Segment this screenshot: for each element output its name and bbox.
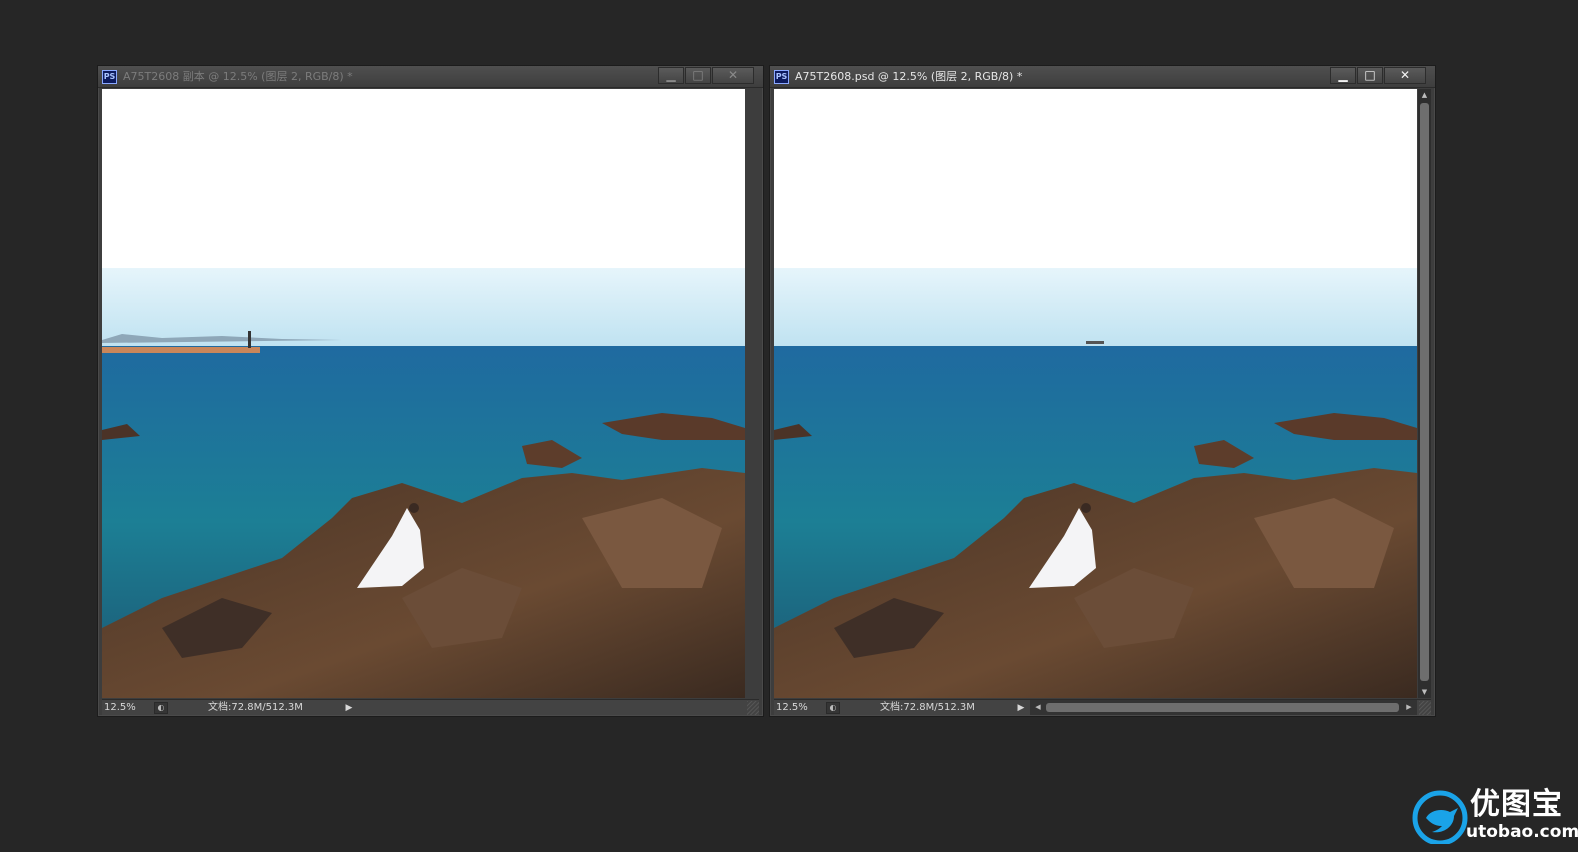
- play-icon[interactable]: ▶: [1014, 701, 1028, 715]
- maximize-button[interactable]: □: [685, 67, 711, 84]
- watermark-text-cn: 优图宝: [1470, 787, 1563, 822]
- resize-grip[interactable]: [1419, 701, 1431, 715]
- status-bar: 12.5% ◐ 文档:72.8M/512.3M ▶ ◀ ▶: [774, 699, 1431, 715]
- document-window-copy[interactable]: PS A75T2608 副本 @ 12.5% (图层 2, RGB/8) * ▁…: [97, 65, 764, 717]
- title-bar[interactable]: PS A75T2608.psd @ 12.5% (图层 2, RGB/8) * …: [770, 66, 1435, 88]
- document-canvas[interactable]: [774, 89, 1417, 698]
- watermark-text-en: utobao.com: [1466, 822, 1578, 842]
- document-size: 文档:72.8M/512.3M: [880, 702, 975, 713]
- horizontal-scrollbar[interactable]: ◀ ▶: [1030, 700, 1417, 715]
- scroll-down-icon[interactable]: ▼: [1418, 686, 1431, 698]
- document-info-icon[interactable]: ◐: [826, 702, 840, 714]
- resize-grip[interactable]: [747, 701, 759, 715]
- scroll-left-icon[interactable]: ◀: [1032, 700, 1044, 715]
- document-info-icon[interactable]: ◐: [154, 702, 168, 714]
- vertical-scroll-thumb[interactable]: [1420, 103, 1429, 681]
- minimize-button[interactable]: ▁: [658, 67, 684, 84]
- document-canvas[interactable]: [102, 89, 745, 698]
- close-button[interactable]: ✕: [1384, 67, 1426, 84]
- close-button[interactable]: ✕: [712, 67, 754, 84]
- maximize-button[interactable]: □: [1357, 67, 1383, 84]
- photoshop-icon: PS: [774, 70, 789, 84]
- play-icon[interactable]: ▶: [342, 701, 356, 715]
- horizontal-scroll-thumb[interactable]: [1046, 703, 1399, 712]
- minimize-button[interactable]: ▁: [1330, 67, 1356, 84]
- window-title: A75T2608.psd @ 12.5% (图层 2, RGB/8) *: [795, 70, 1023, 83]
- vertical-scrollbar[interactable]: ▲ ▼: [1418, 89, 1431, 698]
- bird-logo-icon: [1412, 790, 1468, 844]
- photo-seascape-image: [102, 268, 745, 698]
- window-title: A75T2608 副本 @ 12.5% (图层 2, RGB/8) *: [123, 70, 353, 83]
- photo-seascape-image: [774, 268, 1417, 698]
- scroll-up-icon[interactable]: ▲: [1418, 89, 1431, 101]
- photoshop-icon: PS: [102, 70, 117, 84]
- zoom-level[interactable]: 12.5%: [104, 701, 136, 715]
- scroll-right-icon[interactable]: ▶: [1403, 700, 1415, 715]
- status-bar: 12.5% ◐ 文档:72.8M/512.3M ▶: [102, 699, 759, 715]
- title-bar[interactable]: PS A75T2608 副本 @ 12.5% (图层 2, RGB/8) * ▁…: [98, 66, 763, 88]
- document-window-psd[interactable]: PS A75T2608.psd @ 12.5% (图层 2, RGB/8) * …: [769, 65, 1436, 717]
- document-size: 文档:72.8M/512.3M: [208, 702, 303, 713]
- watermark-logo: 优图宝 utobao.com: [1412, 787, 1578, 846]
- zoom-level[interactable]: 12.5%: [776, 701, 808, 715]
